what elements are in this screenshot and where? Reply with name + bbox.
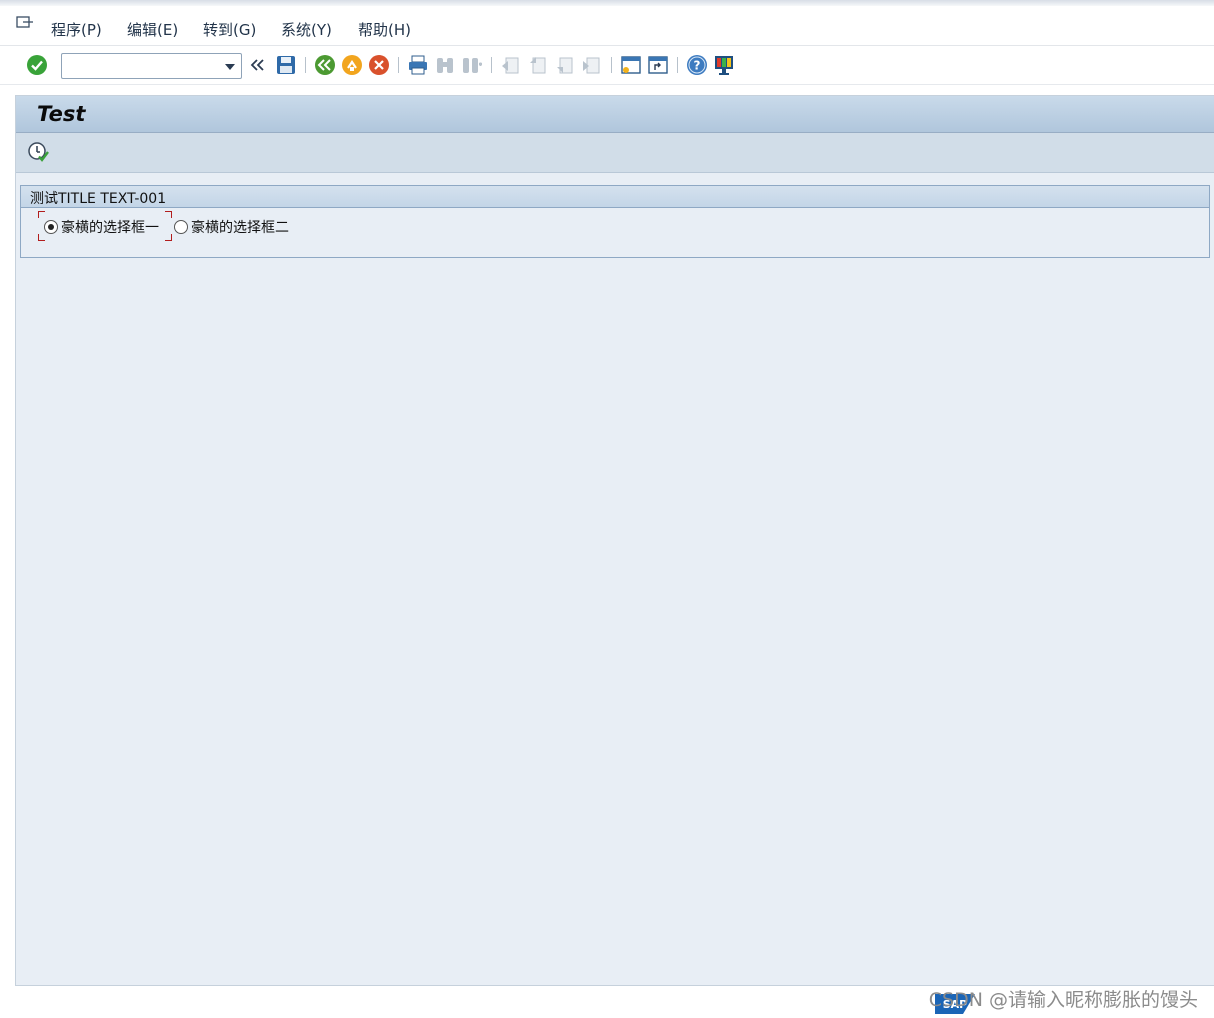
menu-item-help[interactable]: 帮助(H) <box>358 19 411 40</box>
help-icon[interactable]: ? <box>686 54 708 76</box>
menu-bar: 程序(P) 编辑(E) 转到(G) 系统(Y) 帮助(H) <box>0 6 1214 46</box>
create-session-icon[interactable] <box>620 54 642 76</box>
previous-page-icon <box>530 57 546 74</box>
selection-frame: 测试TITLE TEXT-001 豪横的选择框一 豪横的选择框二 <box>20 185 1210 258</box>
radio-option-2[interactable]: 豪横的选择框二 <box>174 214 289 240</box>
execute-icon[interactable] <box>27 141 49 163</box>
toolbar-separator <box>305 57 306 73</box>
cancel-icon[interactable] <box>368 54 390 76</box>
watermark-text: CSDN @请输入昵称膨胀的馒头 <box>928 989 1198 1011</box>
svg-text:?: ? <box>694 59 701 73</box>
menu-item-program[interactable]: 程序(P) <box>51 19 102 40</box>
frame-title: 测试TITLE TEXT-001 <box>21 186 1209 208</box>
back-icon[interactable] <box>314 54 336 76</box>
toolbar-separator <box>677 57 678 73</box>
menu-icon[interactable] <box>16 16 34 30</box>
title-bar: Test <box>16 96 1214 133</box>
last-page-icon <box>583 57 600 74</box>
radio-button-1[interactable] <box>44 220 58 234</box>
menu-item-system[interactable]: 系统(Y) <box>281 19 332 40</box>
enter-icon[interactable] <box>26 54 48 76</box>
application-toolbar <box>16 133 1214 173</box>
print-icon[interactable] <box>407 54 429 76</box>
frame-title-text: 测试TITLE TEXT-001 <box>30 191 167 207</box>
exit-icon[interactable] <box>341 54 363 76</box>
find-next-icon <box>463 58 482 73</box>
menu-item-edit[interactable]: 编辑(E) <box>127 19 178 40</box>
toolbar-separator <box>398 57 399 73</box>
first-page-icon <box>502 57 519 74</box>
chevron-down-icon[interactable] <box>225 64 235 70</box>
save-icon[interactable] <box>275 54 297 76</box>
toolbar-separator <box>611 57 612 73</box>
find-icon <box>437 58 453 73</box>
radio-option-1[interactable]: 豪横的选择框一 <box>44 214 159 240</box>
back-history-icon[interactable] <box>249 54 271 76</box>
menu-item-goto[interactable]: 转到(G) <box>203 19 256 40</box>
radio-label-2[interactable]: 豪横的选择框二 <box>191 217 289 237</box>
page-title: Test <box>37 102 86 126</box>
radio-label-1[interactable]: 豪横的选择框一 <box>61 217 159 237</box>
next-page-icon <box>557 57 573 74</box>
shortcut-icon[interactable] <box>647 54 669 76</box>
command-field[interactable] <box>61 53 242 79</box>
standard-toolbar: ? <box>0 47 1214 85</box>
radio-button-2[interactable] <box>174 220 188 234</box>
customize-layout-icon[interactable] <box>713 54 735 76</box>
screen-area: Test 测试TITLE TEXT-001 豪横的选择框一 豪横的选择框二 <box>15 95 1214 986</box>
toolbar-separator <box>491 57 492 73</box>
